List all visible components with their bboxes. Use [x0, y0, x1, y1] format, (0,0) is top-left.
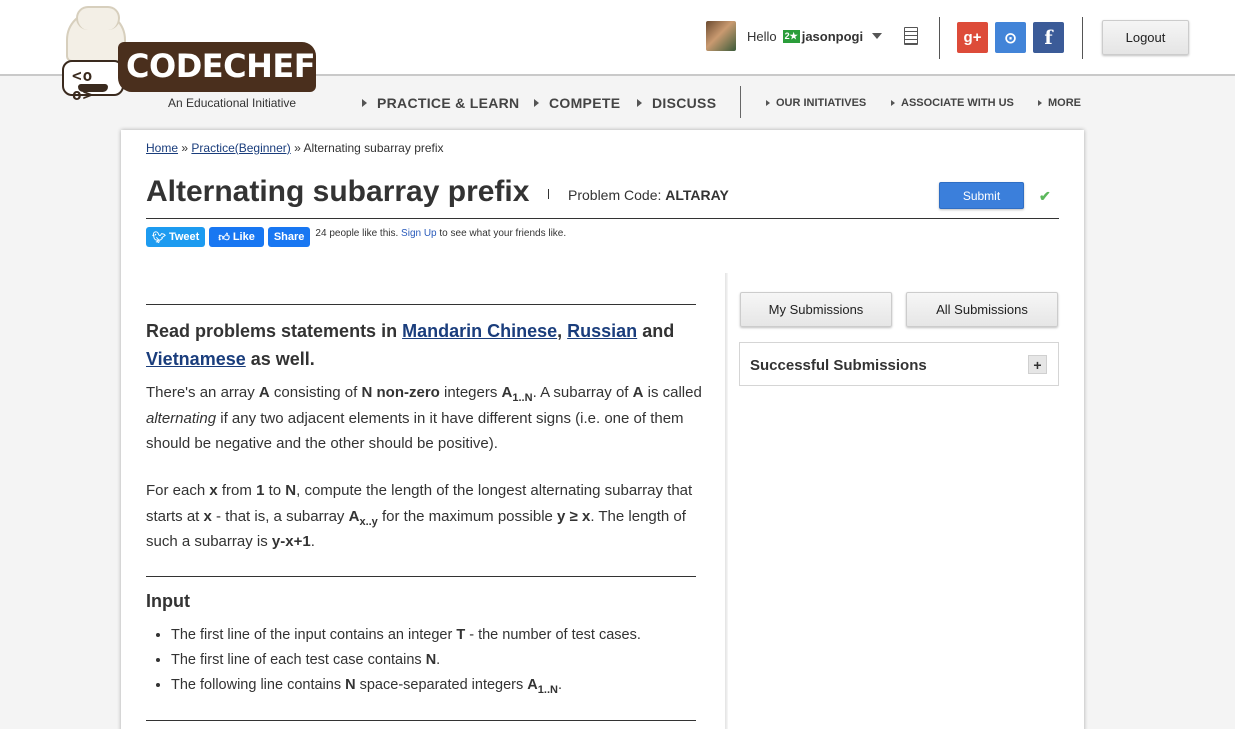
nav-practice-learn[interactable]: PRACTICE & LEARN — [362, 95, 519, 111]
twitter-bird-icon: 🐦︎ — [152, 231, 166, 244]
google-plus-icon[interactable]: g+ — [957, 22, 988, 53]
signup-link[interactable]: Sign Up — [401, 228, 437, 239]
logo-wordmark: CODECHEF — [118, 42, 316, 92]
breadcrumb-separator: » — [294, 141, 301, 155]
nav-divider — [740, 86, 741, 118]
username[interactable]: jasonpogi — [802, 29, 863, 44]
nav-more[interactable]: MORE — [1038, 97, 1081, 109]
column-divider — [725, 273, 728, 729]
section-divider — [146, 576, 696, 577]
logo-text: CODECHEF — [126, 47, 316, 85]
all-submissions-button[interactable]: All Submissions — [906, 292, 1058, 327]
social-share-row: 🐦︎ Tweet 👍︎ Like Share 24 people like this… — [146, 227, 577, 247]
list-item: The following line contains N space-sepa… — [171, 673, 701, 698]
nav-discuss[interactable]: DISCUSS — [637, 95, 716, 111]
likes-text: 24 people like this. Sign Up to see what… — [315, 228, 567, 239]
logout-button[interactable]: Logout — [1102, 20, 1189, 55]
caret-right-icon — [534, 99, 539, 107]
tweet-button[interactable]: 🐦︎ Tweet — [146, 227, 206, 247]
statement-paragraph: There's an array A consisting of N non-z… — [146, 384, 702, 452]
vietnamese-link[interactable]: Vietnamese — [146, 349, 246, 369]
title-divider — [548, 189, 549, 199]
breadcrumb-current: Alternating subarray prefix — [303, 141, 444, 155]
statement-languages-heading: Read problems statements in Mandarin Chi… — [146, 321, 675, 369]
expand-plus-icon[interactable]: + — [1028, 355, 1047, 374]
section-divider — [146, 304, 696, 305]
logo-tagline: An Educational Initiative — [168, 96, 297, 110]
statement-paragraph: For each x from 1 to N, compute the leng… — [146, 482, 693, 550]
caret-right-icon — [1038, 100, 1042, 106]
caret-right-icon — [637, 99, 642, 107]
codechef-logo[interactable]: <o o> CODECHEF An Educational Initiative — [62, 6, 322, 110]
thumbs-up-icon: 👍︎ — [218, 231, 230, 244]
facebook-share-button[interactable]: Share — [267, 227, 311, 247]
my-submissions-button[interactable]: My Submissions — [740, 292, 892, 327]
successful-submissions-panel[interactable]: Successful Submissions + — [739, 342, 1059, 386]
section-divider — [146, 720, 696, 721]
breadcrumb-practice-link[interactable]: Practice(Beginner) — [191, 141, 290, 155]
input-spec-list: The first line of the input contains an … — [171, 623, 701, 698]
user-menu[interactable]: Hello 2★ jasonpogi — [706, 20, 883, 52]
chef-face-icon: <o o> — [62, 60, 124, 104]
caret-right-icon — [362, 99, 367, 107]
problem-code-value: ALTARAY — [665, 187, 729, 203]
header-divider — [1082, 17, 1083, 59]
facebook-icon[interactable]: f — [1033, 22, 1064, 53]
user-greeting[interactable]: Hello 2★ jasonpogi — [747, 28, 883, 44]
input-section-title: Input — [146, 591, 190, 611]
caret-right-icon — [891, 100, 895, 106]
submit-button[interactable]: Submit — [939, 182, 1024, 209]
problem-card: Home » Practice(Beginner) » Alternating … — [121, 130, 1084, 729]
notes-icon[interactable] — [904, 27, 918, 45]
header-divider — [939, 17, 940, 59]
avatar[interactable] — [706, 21, 736, 51]
nav-associate-with-us[interactable]: ASSOCIATE WITH US — [891, 97, 1014, 109]
breadcrumb-separator: » — [181, 141, 189, 155]
nav-compete[interactable]: COMPETE — [534, 95, 620, 111]
nav-our-initiatives[interactable]: OUR INITIATIVES — [766, 97, 866, 109]
mandarin-link[interactable]: Mandarin Chinese — [402, 321, 557, 341]
github-icon[interactable]: ⊙ — [995, 22, 1026, 53]
title-divider-line — [146, 218, 1059, 219]
solved-check-icon: ✔ — [1039, 188, 1051, 204]
list-item: The first line of each test case contain… — [171, 648, 701, 673]
breadcrumb-home-link[interactable]: Home — [146, 141, 178, 155]
chef-hat-icon — [66, 6, 126, 62]
hello-label: Hello — [747, 28, 777, 44]
problem-code: Problem Code: ALTARAY — [568, 187, 729, 203]
chevron-down-icon[interactable] — [872, 33, 883, 39]
list-item: The first line of the input contains an … — [171, 623, 701, 648]
page-title: Alternating subarray prefix — [146, 175, 530, 208]
facebook-like-button[interactable]: 👍︎ Like — [209, 227, 264, 247]
star-rating-badge: 2★ — [782, 29, 800, 43]
problem-code-label: Problem Code: — [568, 187, 662, 203]
successful-submissions-label: Successful Submissions — [750, 357, 927, 374]
caret-right-icon — [766, 100, 770, 106]
russian-link[interactable]: Russian — [567, 321, 637, 341]
breadcrumb: Home » Practice(Beginner) » Alternating … — [146, 141, 444, 155]
